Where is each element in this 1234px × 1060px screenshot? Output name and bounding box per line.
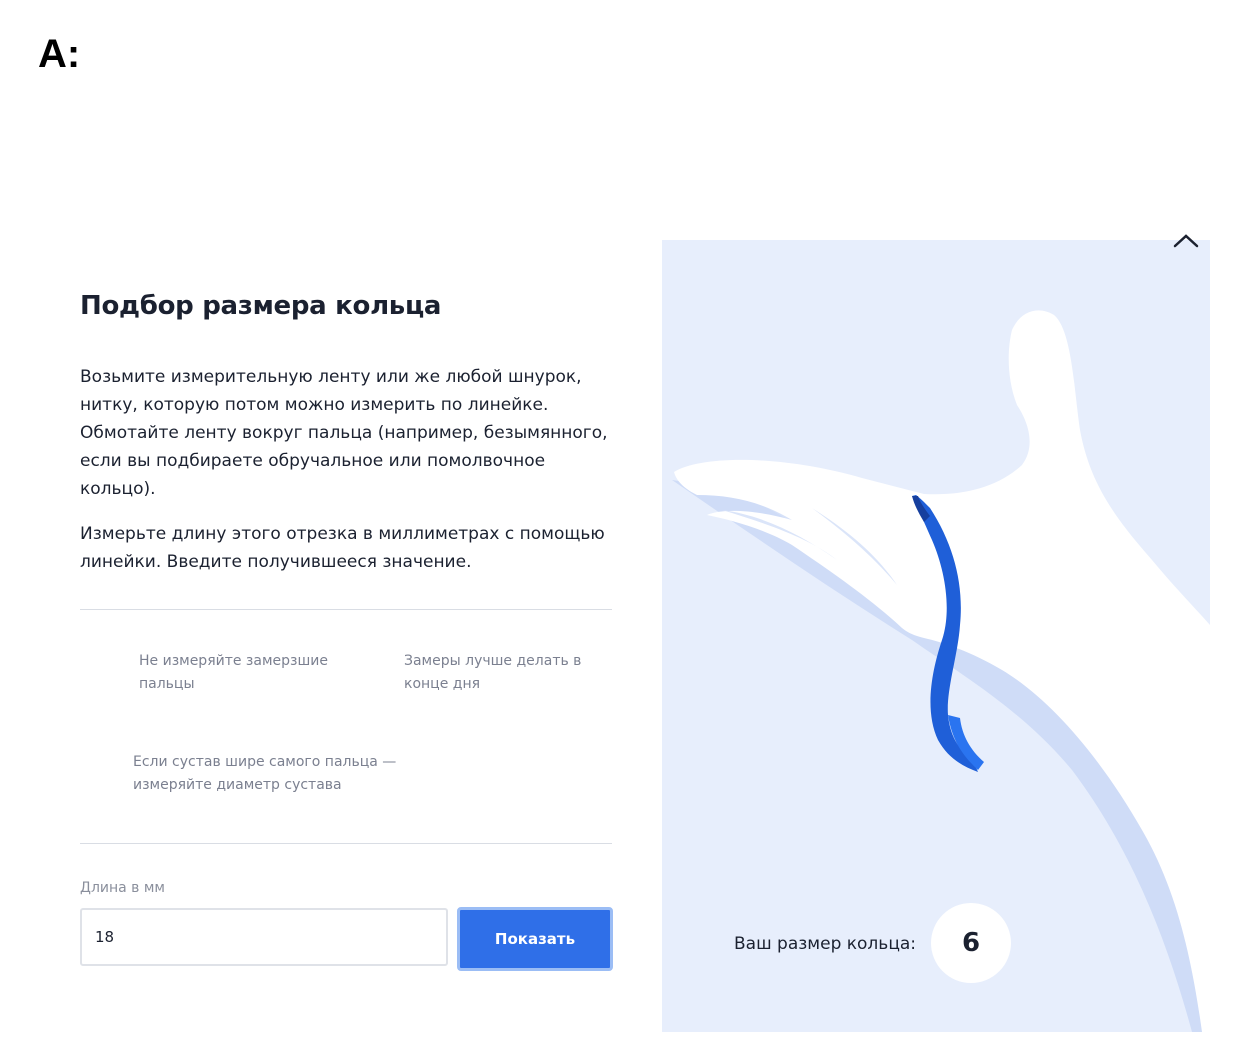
show-button[interactable]: Показать (457, 907, 613, 971)
tip-cold-fingers: Не измеряйте замерзшие пальцы (139, 653, 328, 692)
tip-end-of-day: Замеры лучше делать в конце дня (404, 653, 582, 692)
close-icon[interactable] (1168, 226, 1204, 252)
instruction-paragraph-1: Возьмите измерительную ленту или же любо… (80, 367, 608, 499)
instruction-paragraph-2: Измерьте длину этого отрезка в миллиметр… (80, 524, 605, 572)
ring-size-value: 6 (961, 928, 981, 958)
divider (80, 843, 612, 844)
divider (80, 609, 612, 610)
header-label: A: (38, 32, 81, 76)
illustration-panel: Ваш размер кольца: 6 (662, 240, 1210, 1032)
ring-size-label: Ваш размер кольца: (734, 934, 917, 954)
hand-illustration (672, 310, 1210, 1032)
tip-joint-width: Если сустав шире самого пальца — измеряй… (133, 754, 397, 793)
ring-size-badge: 6 (931, 903, 1011, 983)
length-field-label: Длина в мм (80, 880, 165, 896)
length-input[interactable] (80, 908, 448, 966)
modal-title: Подбор размера кольца (80, 291, 442, 321)
